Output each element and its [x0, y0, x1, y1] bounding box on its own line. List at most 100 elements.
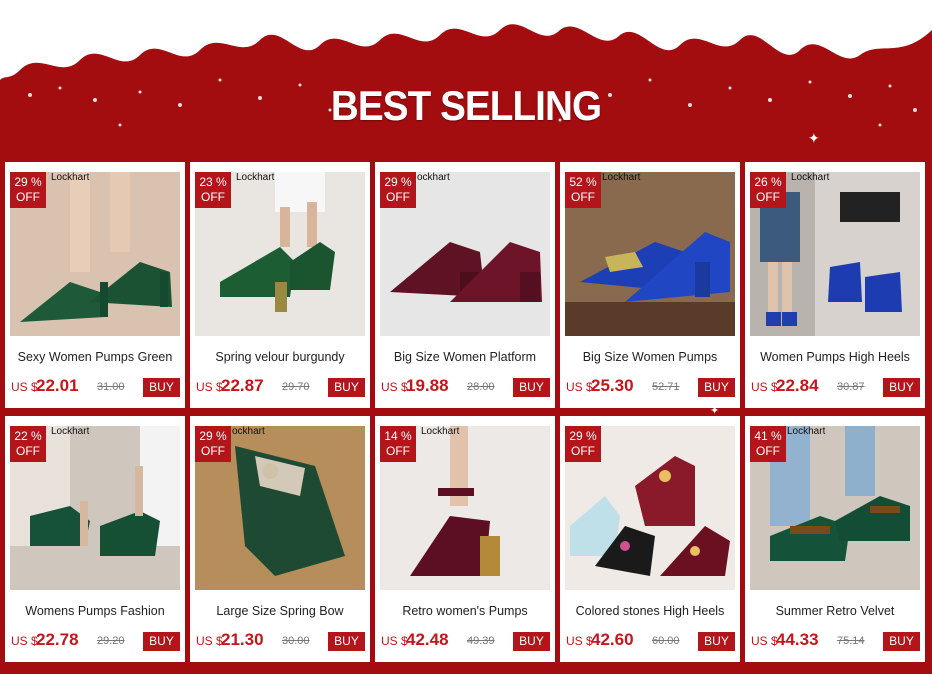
brand-label: Lockhart [787, 426, 826, 437]
discount-percent: 29 % [199, 429, 227, 443]
brand-label: Lockhart [602, 172, 641, 183]
brand-label: Lockhart [421, 426, 460, 437]
original-price: 28.00 [467, 381, 495, 393]
discount-badge: 26 % OFF [750, 172, 786, 208]
discount-off: OFF [16, 190, 40, 204]
sale-price: 21.30 [221, 630, 264, 649]
product-grid: 29 % OFF Lockhart Sexy Women Pumps Green … [5, 162, 930, 662]
price-row: US $ 42.60 60.00 BUY [565, 630, 735, 652]
original-price: 75.14 [837, 635, 865, 647]
brand-label: ockhart [417, 172, 450, 183]
price-row: US $ 42.48 49.39 BUY [380, 630, 550, 652]
discount-off: OFF [386, 190, 410, 204]
sparkle-icon: ✦ [808, 130, 820, 146]
sale-price: 22.84 [776, 376, 819, 395]
product-card[interactable]: 26 % OFF Lockhart Women Pumps High Heels … [745, 162, 925, 408]
sale-price: 19.88 [406, 376, 449, 395]
price-row: US $ 25.30 52.71 BUY [565, 376, 735, 398]
sale-price: 42.60 [591, 630, 634, 649]
discount-percent: 52 % [569, 175, 597, 189]
buy-button[interactable]: BUY [513, 632, 550, 651]
product-name[interactable]: Women Pumps High Heels [745, 350, 925, 364]
buy-button[interactable]: BUY [698, 632, 735, 651]
price-row: US $ 19.88 28.00 BUY [380, 376, 550, 398]
product-card[interactable]: 29 % OFF ockhart Large Size Spring Bow US… [190, 416, 370, 662]
original-price: 31.00 [97, 381, 125, 393]
discount-badge: 29 % OFF [195, 426, 231, 462]
product-card[interactable]: 23 % OFF Lockhart Spring velour burgundy … [190, 162, 370, 408]
original-price: 30.00 [282, 635, 310, 647]
discount-badge: 14 % OFF [380, 426, 416, 462]
discount-percent: 26 % [754, 175, 782, 189]
sale-price: 22.01 [36, 376, 79, 395]
discount-percent: 29 % [14, 175, 42, 189]
buy-button[interactable]: BUY [883, 378, 920, 397]
product-card[interactable]: 14 % OFF Lockhart Retro women's Pumps US … [375, 416, 555, 662]
discount-percent: 14 % [384, 429, 412, 443]
product-card[interactable]: 29 % OFF Lockhart Sexy Women Pumps Green … [5, 162, 185, 408]
discount-percent: 41 % [754, 429, 782, 443]
discount-off: OFF [201, 190, 225, 204]
discount-badge: 41 % OFF [750, 426, 786, 462]
discount-off: OFF [571, 190, 595, 204]
discount-badge: 22 % OFF [10, 426, 46, 462]
discount-badge: 29 % OFF [10, 172, 46, 208]
product-name[interactable]: Big Size Women Pumps [560, 350, 740, 364]
discount-percent: 23 % [199, 175, 227, 189]
original-price: 49.39 [467, 635, 495, 647]
product-card[interactable]: 41 % OFF Lockhart Summer Retro Velvet US … [745, 416, 925, 662]
price-row: US $ 44.33 75.14 BUY [750, 630, 920, 652]
product-card[interactable]: 52 % OFF Lockhart Big Size Women Pumps US… [560, 162, 740, 408]
currency-label: US $ [196, 380, 223, 394]
price-row: US $ 22.78 29.20 BUY [10, 630, 180, 652]
product-card[interactable]: 22 % OFF Lockhart Womens Pumps Fashion US… [5, 416, 185, 662]
discount-off: OFF [386, 444, 410, 458]
buy-button[interactable]: BUY [143, 378, 180, 397]
product-card[interactable]: 29 % OFF Colored stones High Heels US $ 4… [560, 416, 740, 662]
buy-button[interactable]: BUY [883, 632, 920, 651]
original-price: 29.70 [282, 381, 310, 393]
product-name[interactable]: Summer Retro Velvet [745, 604, 925, 618]
currency-label: US $ [566, 380, 593, 394]
currency-label: US $ [751, 380, 778, 394]
discount-off: OFF [571, 444, 595, 458]
discount-badge: 29 % OFF [565, 426, 601, 462]
brand-label: ockhart [232, 426, 265, 437]
sale-price: 44.33 [776, 630, 819, 649]
product-card[interactable]: 29 % OFF ockhart Big Size Women Platform … [375, 162, 555, 408]
discount-off: OFF [756, 444, 780, 458]
brand-label: Lockhart [51, 172, 90, 183]
currency-label: US $ [381, 634, 408, 648]
brand-label: Lockhart [791, 172, 830, 183]
discount-badge: 29 % OFF [380, 172, 416, 208]
sale-price: 22.78 [36, 630, 79, 649]
product-name[interactable]: Colored stones High Heels [560, 604, 740, 618]
currency-label: US $ [11, 634, 38, 648]
page-title: BEST SELLING [330, 82, 602, 129]
buy-button[interactable]: BUY [513, 378, 550, 397]
product-name[interactable]: Womens Pumps Fashion [5, 604, 185, 618]
brand-label: Lockhart [51, 426, 90, 437]
price-row: US $ 22.01 31.00 BUY [10, 376, 180, 398]
buy-button[interactable]: BUY [698, 378, 735, 397]
discount-percent: 22 % [14, 429, 42, 443]
price-row: US $ 22.87 29.70 BUY [195, 376, 365, 398]
discount-percent: 29 % [569, 429, 597, 443]
original-price: 30.87 [837, 381, 865, 393]
product-name[interactable]: Spring velour burgundy [190, 350, 370, 364]
original-price: 52.71 [652, 381, 680, 393]
discount-off: OFF [16, 444, 40, 458]
buy-button[interactable]: BUY [328, 632, 365, 651]
currency-label: US $ [11, 380, 38, 394]
buy-button[interactable]: BUY [143, 632, 180, 651]
discount-badge: 23 % OFF [195, 172, 231, 208]
discount-off: OFF [201, 444, 225, 458]
product-name[interactable]: Retro women's Pumps [375, 604, 555, 618]
product-name[interactable]: Sexy Women Pumps Green [5, 350, 185, 364]
price-row: US $ 21.30 30.00 BUY [195, 630, 365, 652]
currency-label: US $ [751, 634, 778, 648]
product-name[interactable]: Big Size Women Platform [375, 350, 555, 364]
product-name[interactable]: Large Size Spring Bow [190, 604, 370, 618]
buy-button[interactable]: BUY [328, 378, 365, 397]
original-price: 60.00 [652, 635, 680, 647]
